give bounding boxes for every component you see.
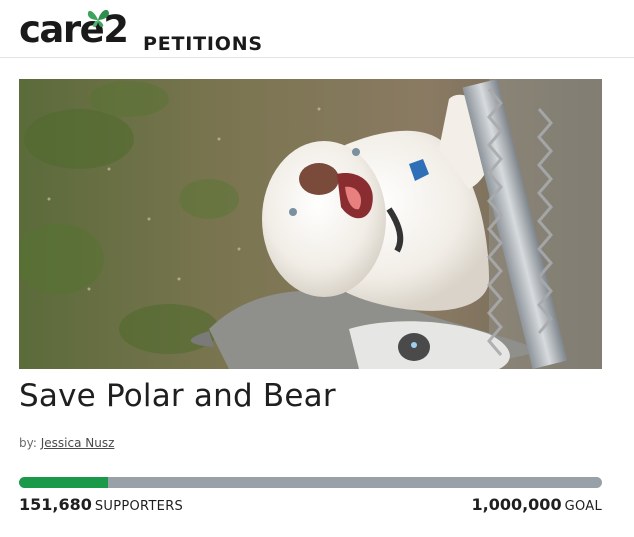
goal-count: 1,000,000 GOAL [471,495,602,514]
byline-prefix: by: [19,436,37,450]
section-label[interactable]: PETITIONS [143,33,263,55]
care2-logo[interactable]: care 2 [19,6,129,54]
supporters-number: 151,680 [19,495,92,514]
goal-label: GOAL [564,499,602,514]
supporters-label: SUPPORTERS [94,499,184,514]
site-header: care 2 PETITIONS [0,0,634,58]
butterfly-icon [87,9,109,27]
husky-puppies-image [19,79,602,369]
supporters-count: 151,680 SUPPORTERS [19,495,183,514]
signature-progress-bar [19,477,602,488]
goal-number: 1,000,000 [471,495,562,514]
petition-title: Save Polar and Bear [19,378,336,414]
petition-byline: by: Jessica Nusz [19,436,114,450]
progress-fill [19,477,108,488]
author-link[interactable]: Jessica Nusz [41,436,115,450]
petition-photo [19,79,602,369]
